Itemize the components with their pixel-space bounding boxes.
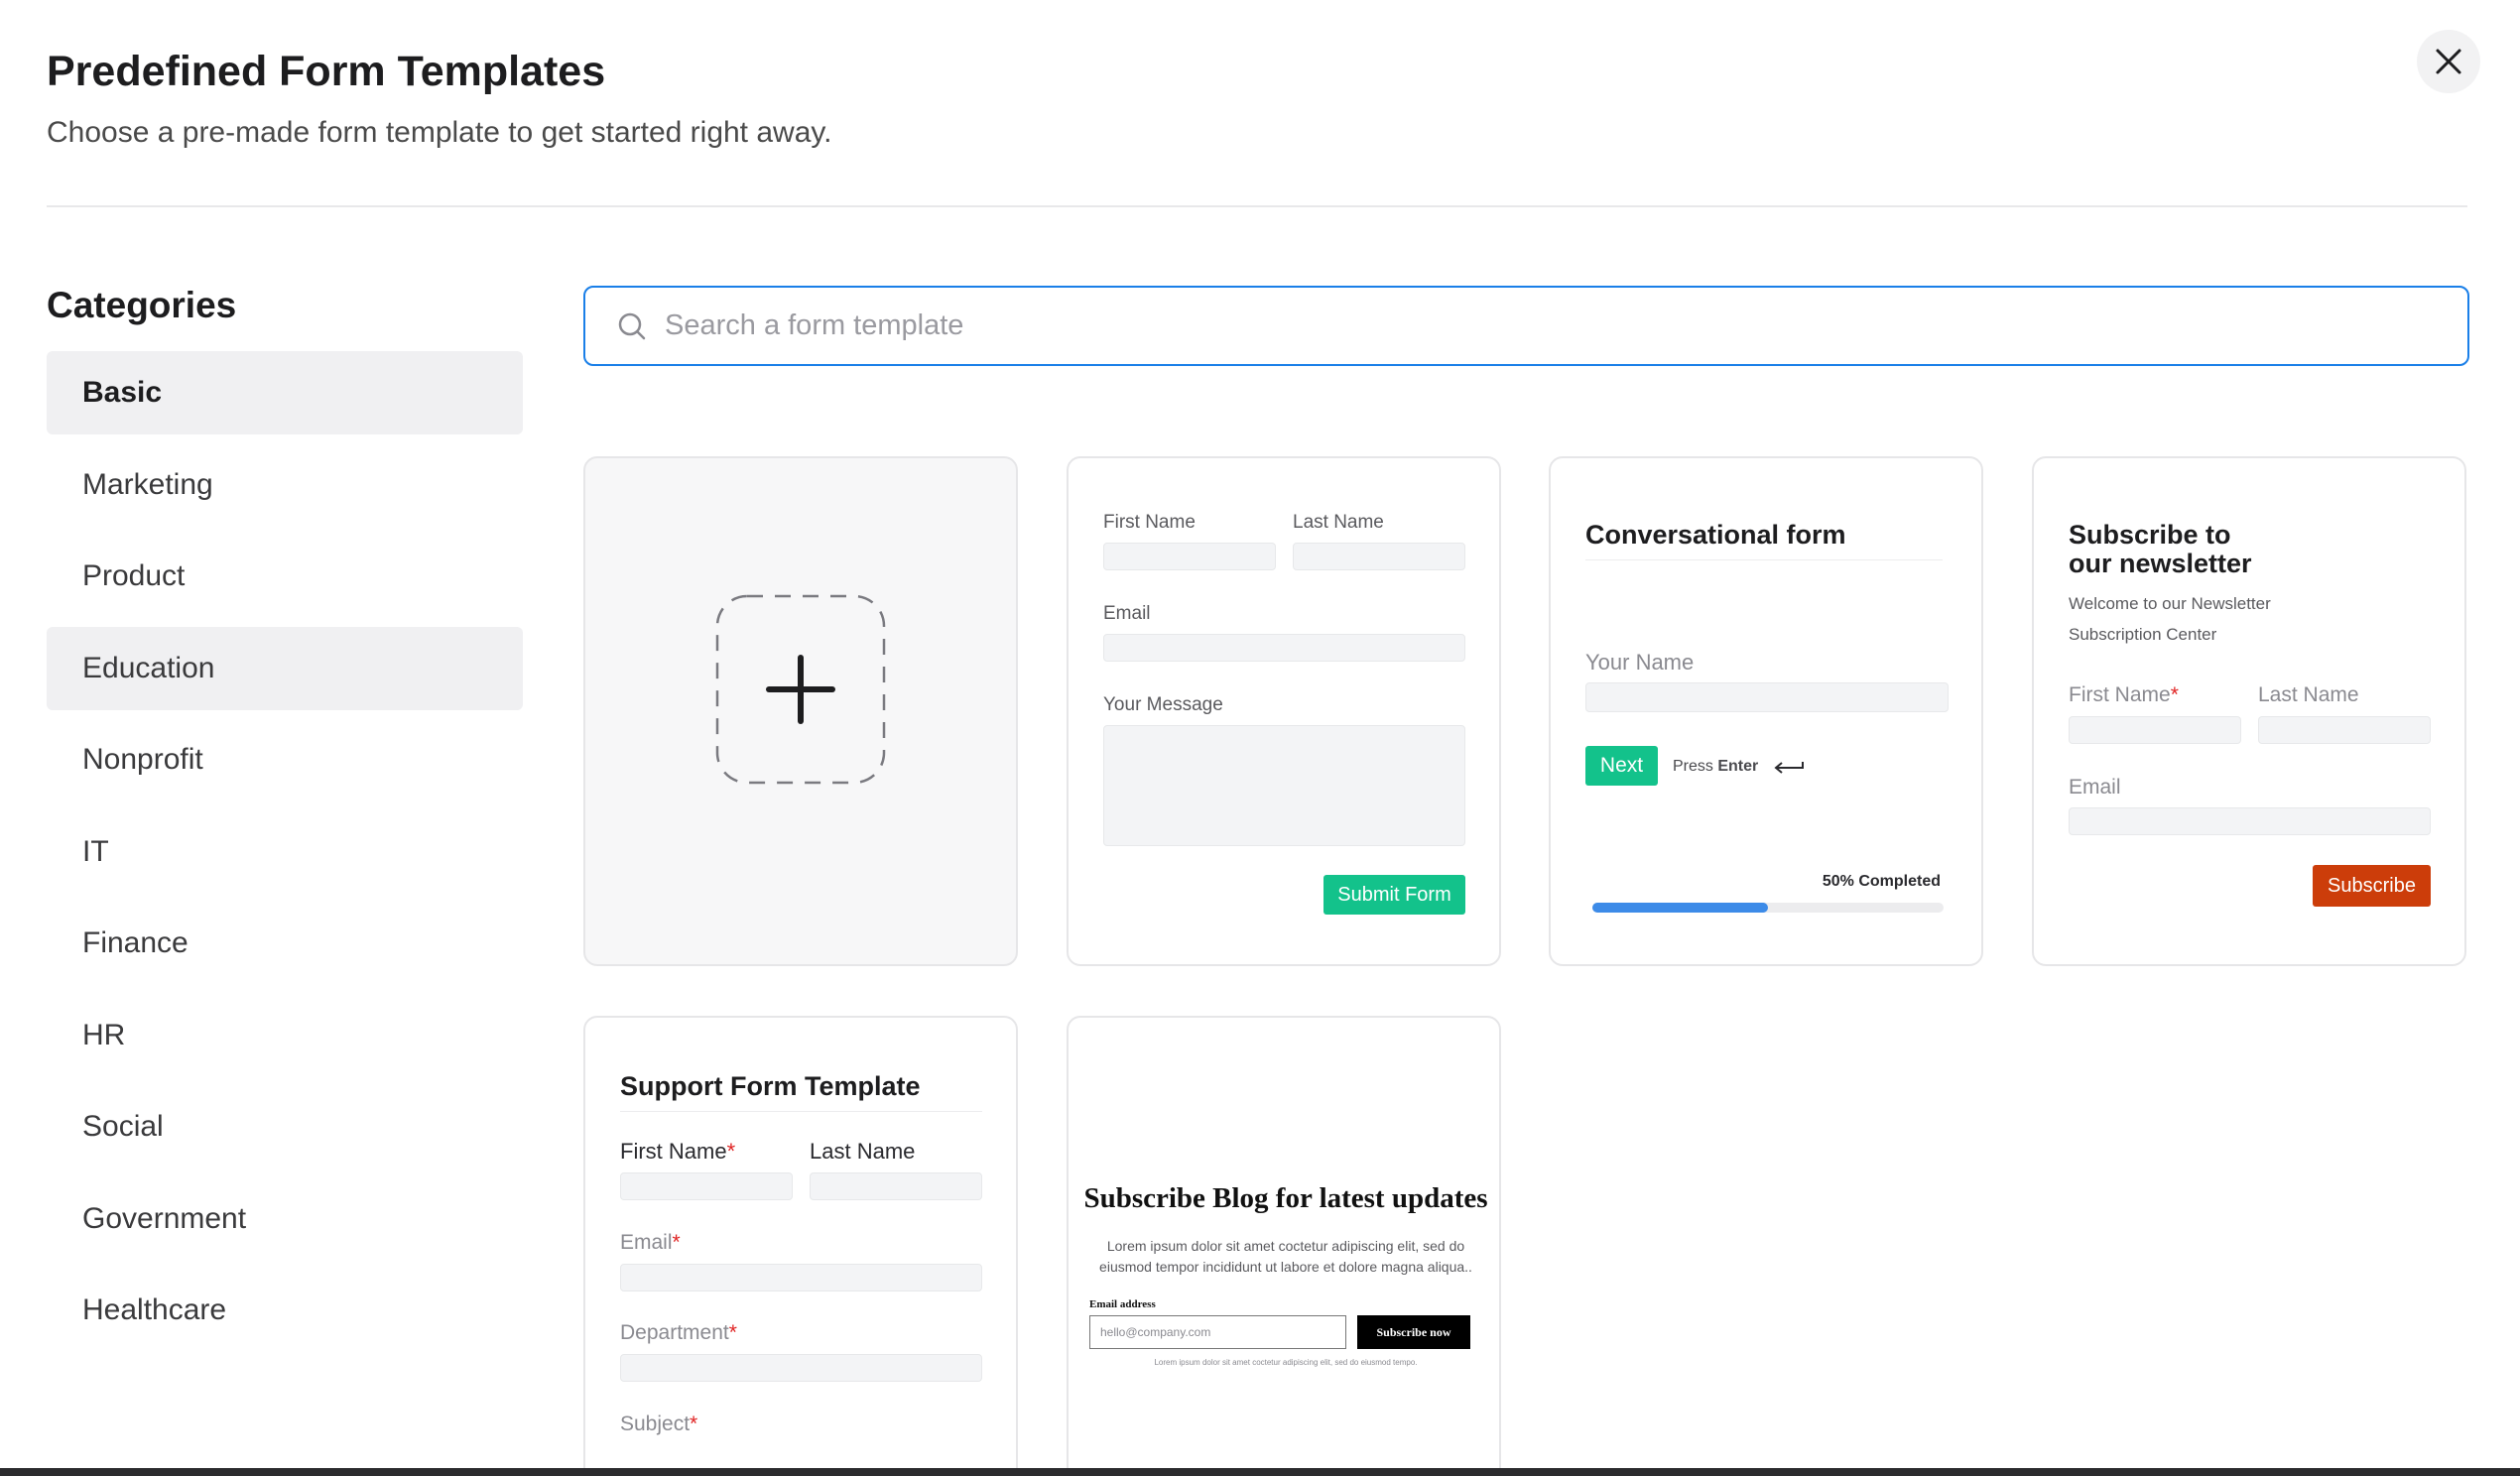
category-item-nonprofit[interactable]: Nonprofit (47, 718, 523, 801)
first-name-field (2069, 716, 2241, 744)
submit-form-button: Submit Form (1323, 875, 1465, 915)
first-name-label: First Name* (620, 1139, 736, 1164)
newsletter-desc-line1: Welcome to our Newsletter (2069, 594, 2271, 613)
blog-email-input: hello@company.com (1089, 1315, 1346, 1349)
template-card-support[interactable]: Support Form Template First Name* Last N… (583, 1016, 1018, 1476)
category-item-social[interactable]: Social (47, 1085, 523, 1168)
conversational-title: Conversational form (1585, 520, 1846, 550)
category-item-healthcare[interactable]: Healthcare (47, 1269, 523, 1352)
first-name-label: First Name (1103, 512, 1196, 533)
search-box[interactable] (583, 286, 2469, 366)
categories-title: Categories (47, 285, 237, 325)
category-item-education[interactable]: Education (47, 626, 523, 710)
category-item-finance[interactable]: Finance (47, 902, 523, 985)
title-underline (1585, 559, 1943, 560)
blog-body-line2: eiusmod tempor incididunt ut labore et d… (1099, 1259, 1472, 1275)
subject-label: Subject* (620, 1413, 698, 1435)
first-name-field (1103, 543, 1276, 570)
newsletter-title-line1: Subscribe to (2069, 520, 2231, 550)
last-name-label: Last Name (810, 1139, 916, 1164)
press-enter-hint: Press Enter (1673, 758, 1759, 775)
bottom-bar (0, 1468, 2520, 1476)
template-card-blog[interactable]: Subscribe Blog for latest updates Lorem … (1067, 1016, 1501, 1476)
template-card-blank[interactable] (583, 456, 1018, 966)
categories-sidebar: Categories Basic Marketing Product Educatio… (47, 278, 523, 1361)
email-label: Email (2069, 776, 2121, 799)
email-label: Email (1103, 603, 1151, 624)
email-field (1103, 634, 1465, 662)
category-item-government[interactable]: Government (47, 1177, 523, 1261)
support-title: Support Form Template (620, 1071, 921, 1101)
search-icon (618, 312, 646, 339)
progress-fill (1592, 903, 1768, 913)
your-name-field (1585, 682, 1949, 712)
department-label: Department* (620, 1321, 737, 1344)
close-button[interactable] (2417, 30, 2480, 93)
newsletter-desc-line2: Subscription Center (2069, 625, 2217, 644)
next-button: Next (1585, 746, 1658, 786)
category-item-hr[interactable]: HR (47, 994, 523, 1077)
search-input[interactable] (665, 309, 2351, 342)
your-name-label: Your Name (1585, 650, 1695, 675)
progress-track (1592, 903, 1944, 913)
last-name-field (2258, 716, 2431, 744)
last-name-field (810, 1172, 982, 1200)
newsletter-title-line2: our newsletter (2069, 549, 2252, 578)
last-name-field (1293, 543, 1465, 570)
blog-body-line1: Lorem ipsum dolor sit amet coctetur adip… (1106, 1238, 1465, 1254)
page-title: Predefined Form Templates (47, 48, 606, 95)
blog-subscribe-button: Subscribe now (1357, 1315, 1470, 1349)
blog-footnote: Lorem ipsum dolor sit amet coctetur adip… (1154, 1358, 1418, 1367)
department-field (620, 1354, 982, 1382)
blog-email-placeholder: hello@company.com (1100, 1325, 1211, 1339)
last-name-label: Last Name (2258, 683, 2359, 706)
category-list: Basic Marketing Product Education Nonprofit I… (47, 351, 523, 1352)
email-field (620, 1264, 982, 1292)
message-label: Your Message (1103, 694, 1223, 715)
blog-title: Subscribe Blog for latest updates (1083, 1182, 1488, 1214)
page-subtitle: Choose a pre-made form template to get s… (47, 116, 832, 149)
category-item-marketing[interactable]: Marketing (47, 443, 523, 527)
message-field (1103, 725, 1465, 846)
first-name-label: First Name* (2069, 683, 2179, 706)
modal-header: Predefined Form Templates Choose a pre-m… (47, 44, 2467, 153)
blog-email-label: Email address (1089, 1298, 1156, 1310)
plus-icon (715, 594, 886, 785)
email-field (2069, 807, 2431, 835)
progress-label: 50% Completed (1822, 873, 1941, 890)
template-card-contact[interactable]: First Name Last Name Email Your Message … (1067, 456, 1501, 966)
category-item-product[interactable]: Product (47, 535, 523, 618)
email-label: Email* (620, 1231, 681, 1254)
title-underline (620, 1111, 982, 1112)
template-card-newsletter[interactable]: Subscribe to our newsletter Welcome to o… (2032, 456, 2466, 966)
template-card-conversational[interactable]: Conversational form Your Name Next Press… (1549, 456, 1983, 966)
category-item-basic[interactable]: Basic (47, 351, 523, 434)
first-name-field (620, 1172, 793, 1200)
close-icon (2436, 49, 2461, 74)
subscribe-button: Subscribe (2313, 865, 2431, 907)
category-item-it[interactable]: IT (47, 810, 523, 894)
enter-arrow-icon (1774, 762, 1804, 774)
last-name-label: Last Name (1293, 512, 1384, 533)
header-divider (47, 205, 2467, 207)
